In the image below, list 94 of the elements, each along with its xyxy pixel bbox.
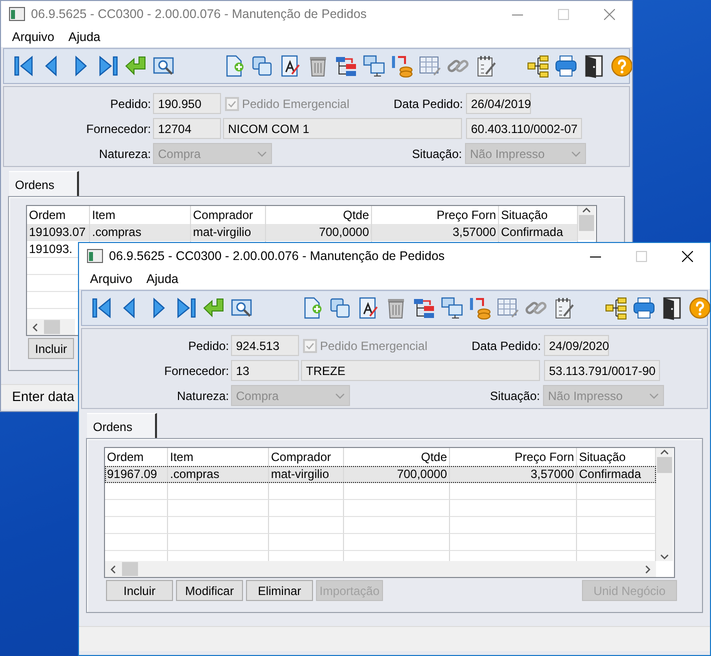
menu-item[interactable]: Ajuda	[68, 28, 100, 46]
action-button[interactable]: Incluir	[106, 580, 173, 601]
printer-icon[interactable]	[632, 296, 656, 320]
menu-item[interactable]: Arquivo	[12, 28, 54, 46]
help-icon[interactable]	[688, 296, 710, 320]
transfer-icon[interactable]	[390, 54, 414, 78]
scrollbar-thumb[interactable]	[44, 320, 60, 334]
field-label: Fornecedor:	[163, 362, 229, 380]
field-label: Data Pedido:	[470, 338, 541, 354]
field-label: Fornecedor:	[85, 120, 151, 138]
vertical-scrollbar[interactable]	[578, 206, 595, 240]
field-label: Natureza:	[98, 146, 151, 162]
tree-icon[interactable]	[526, 54, 550, 78]
printer-icon[interactable]	[554, 54, 578, 78]
scrollbar-thumb[interactable]	[579, 215, 594, 231]
field-label: Pedido:	[109, 96, 151, 112]
table-cell: 3,57000	[372, 224, 499, 241]
calendar-icon[interactable]	[496, 296, 520, 320]
caret-icon	[649, 392, 659, 398]
table-cell: Confirmada	[499, 224, 578, 241]
table-cell: 700,0000	[344, 466, 450, 483]
scrollbar-thumb[interactable]	[122, 562, 138, 576]
checkbox-label: Pedido Emergencial	[320, 338, 428, 354]
caret-icon	[257, 150, 267, 156]
checkbox-label: Pedido Emergencial	[242, 96, 350, 112]
field-label: Pedido:	[187, 338, 229, 354]
empty-cell	[105, 534, 168, 551]
pedido-field[interactable]: 190.950	[153, 93, 221, 114]
help-icon[interactable]	[610, 54, 632, 78]
field-label: Data Pedido:	[392, 96, 463, 112]
tab[interactable]: Ordens	[9, 171, 79, 196]
action-button[interactable]: Modificar	[176, 580, 243, 601]
monitors-icon[interactable]	[440, 296, 464, 320]
scroll-up-icon[interactable]	[582, 206, 591, 215]
table-cell: 700,0000	[266, 224, 372, 241]
empty-cell	[105, 500, 168, 517]
table-row[interactable]: 191093.07 .compras mat-virgilio 700,0000 3,57000 Confirmada	[27, 224, 578, 241]
table-cell: 191093.07	[27, 224, 90, 241]
cnpj-field[interactable]: 60.403.110/0002-07	[466, 118, 582, 139]
date-field[interactable]: 26/04/2019	[466, 93, 531, 114]
close-icon[interactable]	[682, 250, 692, 262]
horizontal-scrollbar[interactable]	[27, 319, 75, 335]
checkbox[interactable]	[303, 338, 317, 352]
field-label: Situação:	[410, 146, 462, 162]
scroll-up-icon[interactable]	[660, 448, 669, 457]
action-button[interactable]: Eliminar	[246, 580, 313, 601]
supplier-code-field[interactable]: 13	[231, 360, 299, 381]
tree-icon[interactable]	[604, 296, 628, 320]
caret-icon	[571, 150, 581, 156]
table-cell: Confirmada	[577, 466, 656, 483]
cnpj-field[interactable]: 53.113.791/0017-90	[544, 360, 660, 381]
table-cell: mat-virgilio	[191, 224, 266, 241]
window-title: 06.9.5625 - CC0300 - 2.00.00.076 - Manutenção de Pedidos	[109, 248, 445, 265]
table-cell: 91967.09	[105, 466, 168, 483]
vertical-scrollbar[interactable]	[656, 448, 673, 561]
date-field[interactable]: 24/09/2020	[544, 335, 609, 356]
scrollbar-thumb[interactable]	[657, 457, 672, 473]
table-cell: mat-virgilio	[269, 466, 344, 483]
table-cell: 3,57000	[450, 466, 577, 483]
field-label: Natureza:	[176, 388, 229, 404]
menu-item[interactable]: Arquivo	[90, 270, 132, 288]
field-label: Situação:	[488, 388, 540, 404]
checkbox[interactable]	[225, 96, 239, 110]
table-cell: .compras	[168, 466, 269, 483]
scroll-left-icon[interactable]	[31, 322, 40, 332]
scroll-right-icon[interactable]	[643, 564, 652, 574]
table-row[interactable]: 91967.09 .compras mat-virgilio 700,0000 3,57000 Confirmada	[105, 466, 656, 483]
caret-icon	[335, 392, 345, 398]
action-button[interactable]: Incluir	[28, 338, 74, 359]
tab[interactable]: Ordens	[87, 413, 157, 438]
copy-icon[interactable]	[250, 54, 274, 78]
hierarchy-icon[interactable]	[334, 54, 358, 78]
calendar-icon[interactable]	[418, 54, 442, 78]
app-icon	[87, 249, 103, 263]
empty-cell	[105, 483, 168, 500]
hierarchy-icon[interactable]	[412, 296, 436, 320]
window-title: 06.9.5625 - CC0300 - 2.00.00.076 - Manutenção de Pedidos	[31, 6, 367, 23]
copy-icon[interactable]	[328, 296, 352, 320]
pedido-field[interactable]: 924.513	[231, 335, 299, 356]
empty-cell	[105, 517, 168, 534]
monitors-icon[interactable]	[362, 54, 386, 78]
return-arrow-icon[interactable]	[124, 54, 148, 78]
app-icon	[9, 7, 25, 21]
supplier-name-field[interactable]: NICOM COM 1	[223, 118, 462, 139]
scroll-down-icon[interactable]	[660, 552, 669, 561]
supplier-name-field[interactable]: TREZE	[301, 360, 540, 381]
menu-item[interactable]: Ajuda	[146, 270, 178, 288]
table-cell: .compras	[90, 224, 191, 241]
horizontal-scrollbar[interactable]	[105, 561, 656, 577]
transfer-icon[interactable]	[468, 296, 492, 320]
status-text: Enter data	[12, 388, 74, 406]
supplier-code-field[interactable]: 12704	[153, 118, 221, 139]
scroll-left-icon[interactable]	[109, 564, 118, 574]
return-arrow-icon[interactable]	[202, 296, 226, 320]
